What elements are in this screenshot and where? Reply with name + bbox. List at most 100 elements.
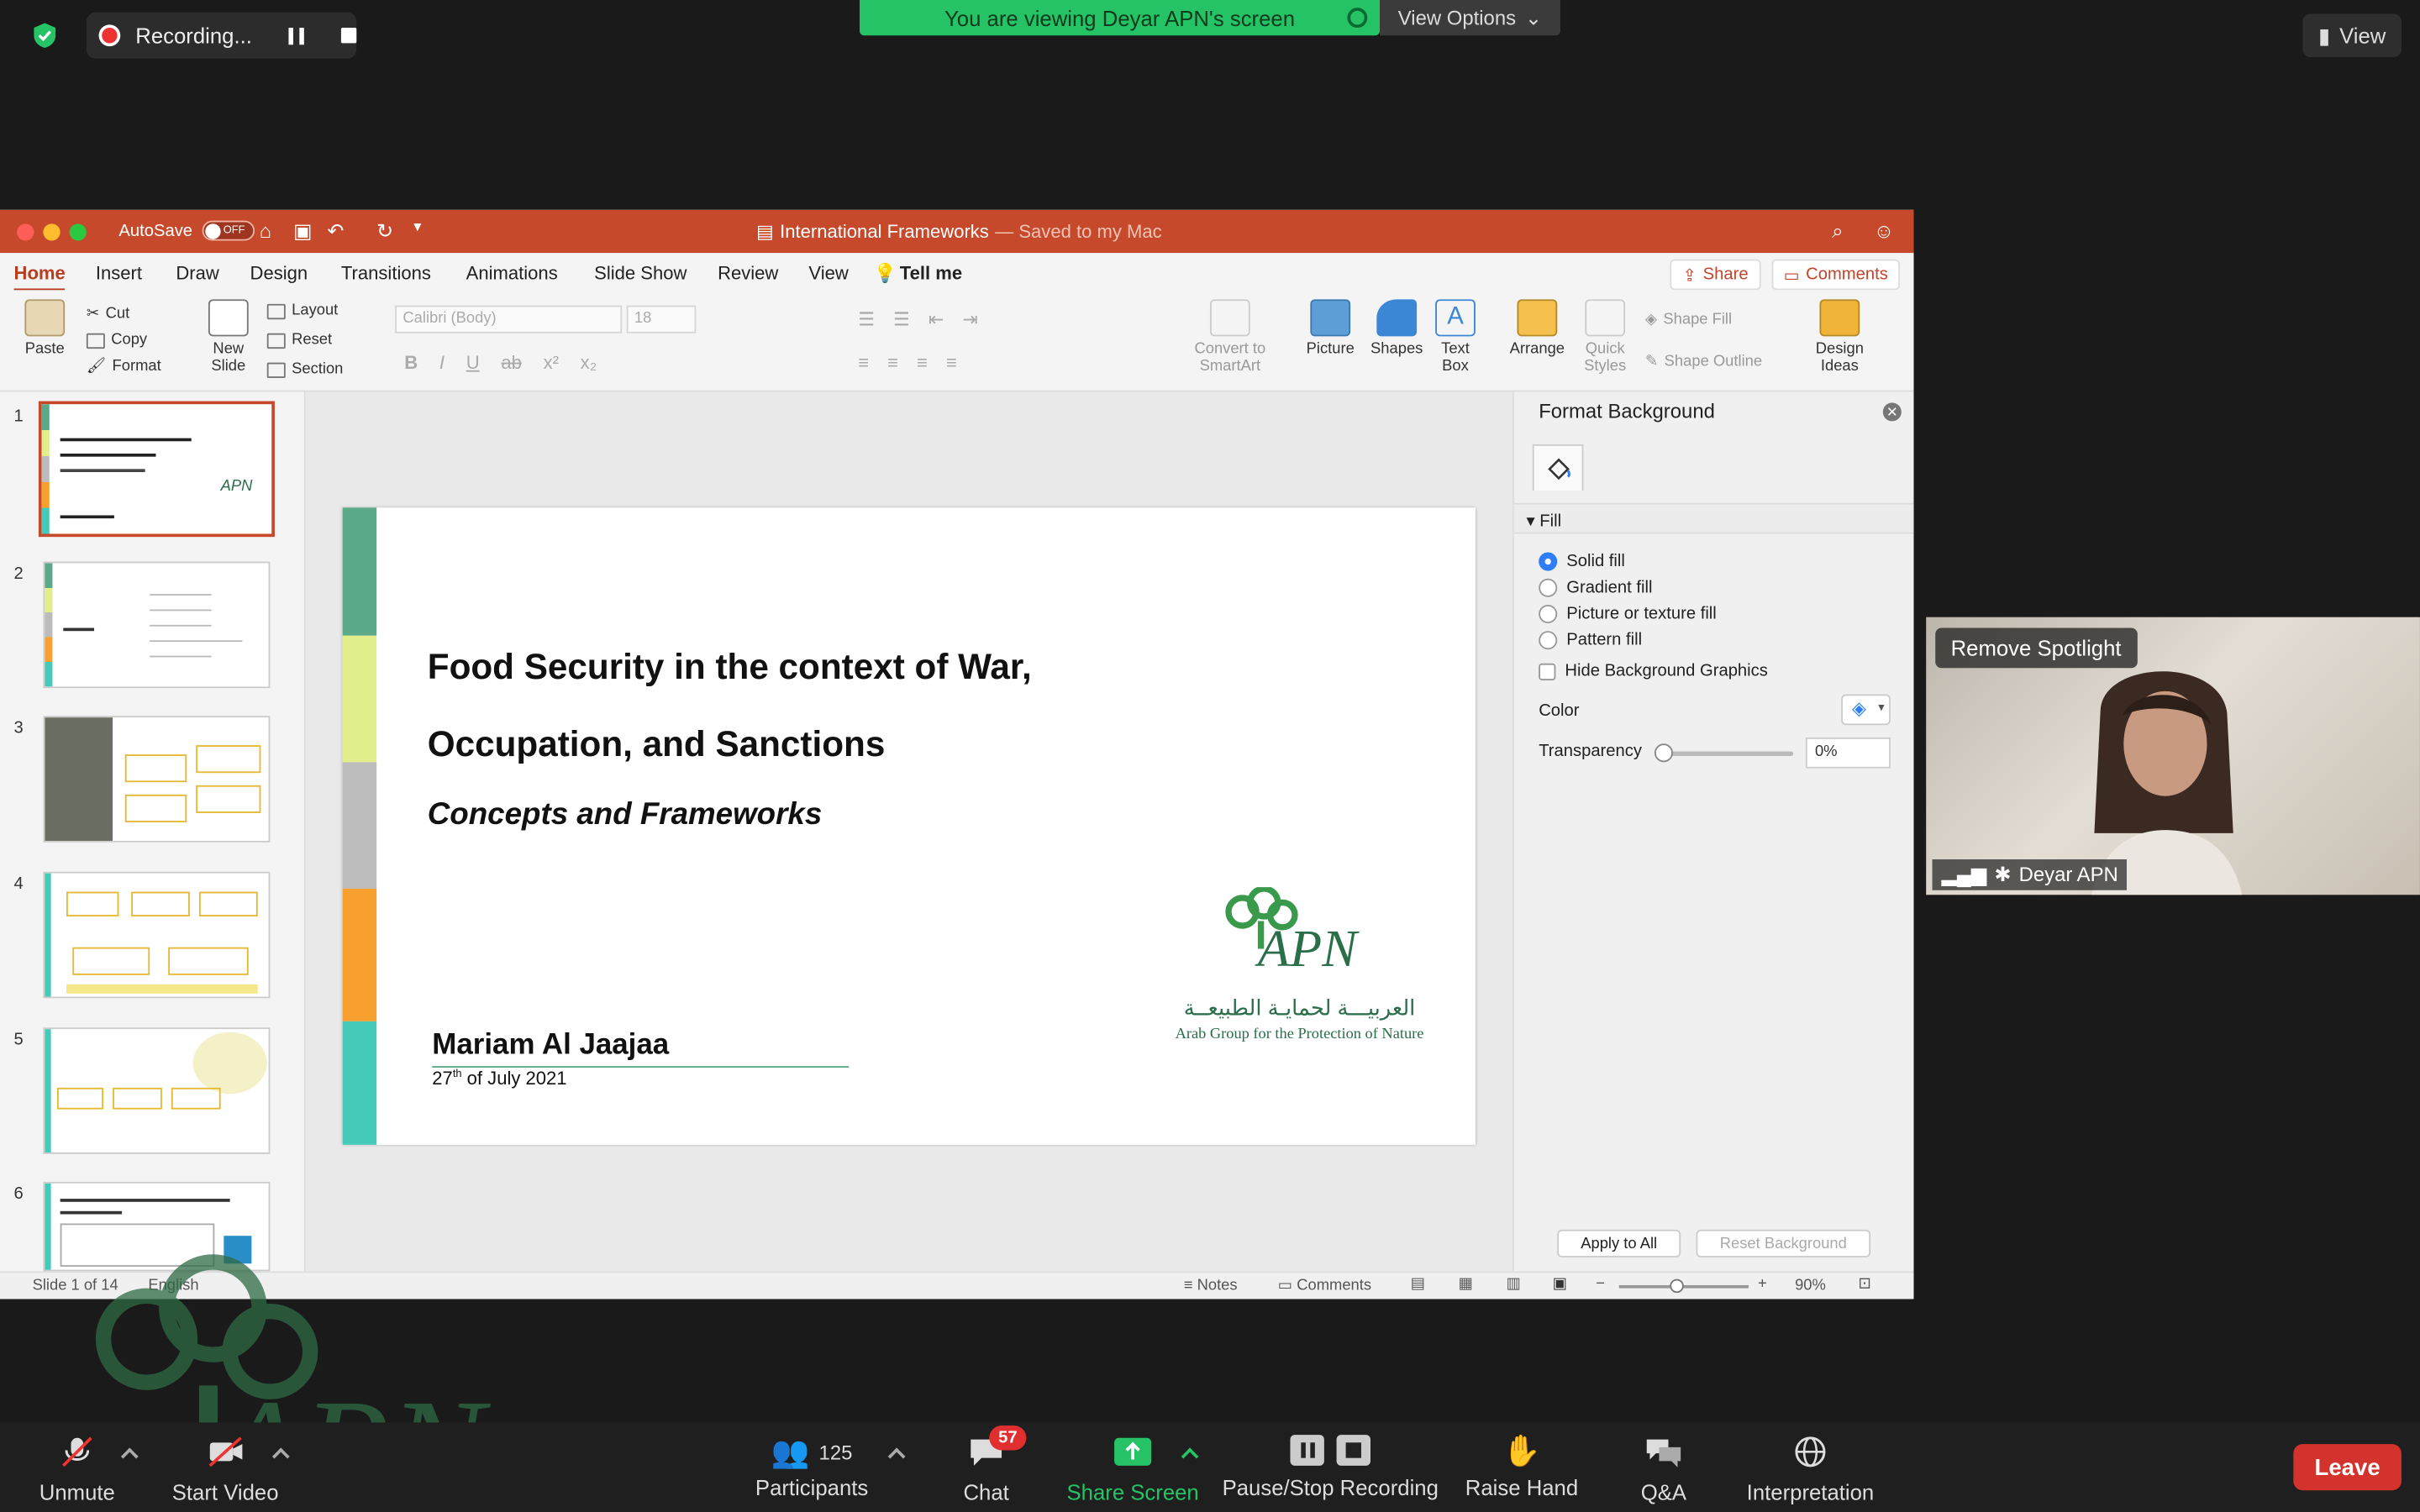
autosave-toggle[interactable]: AutoSave OFF <box>118 220 255 241</box>
picture-fill-option[interactable]: Picture or texture fill <box>1539 604 1717 624</box>
slideshow-view-icon[interactable]: ▣ <box>1553 1276 1567 1293</box>
copy-button[interactable]: Copy <box>86 332 147 349</box>
align-center-icon[interactable]: ≡ <box>887 352 898 374</box>
pattern-fill-radio[interactable] <box>1539 631 1558 650</box>
layout-button[interactable]: Layout <box>266 302 338 319</box>
tab-insert[interactable]: Insert <box>96 262 142 284</box>
pattern-fill-option[interactable]: Pattern fill <box>1539 631 1642 650</box>
picture-fill-radio[interactable] <box>1539 604 1558 624</box>
notes-button[interactable]: ≡ Notes <box>1184 1278 1238 1294</box>
cut-button[interactable]: ✂ Cut <box>87 306 129 323</box>
justify-icon[interactable]: ≡ <box>946 352 957 374</box>
tab-draw[interactable]: Draw <box>176 262 218 284</box>
minimize-window-button[interactable] <box>43 223 60 241</box>
transparency-input[interactable]: 0% <box>1805 737 1891 769</box>
increase-indent-icon[interactable]: ⇥ <box>962 308 977 330</box>
tab-transitions[interactable]: Transitions <box>341 262 431 284</box>
picture-button[interactable]: Picture <box>1301 299 1360 358</box>
slide-subtitle[interactable]: Concepts and Frameworks <box>428 798 823 833</box>
arrange-button[interactable]: Arrange <box>1507 299 1568 358</box>
current-slide[interactable]: Food Security in the context of War, Occ… <box>342 507 1476 1145</box>
undo-icon[interactable]: ↶ <box>327 219 344 244</box>
section-button[interactable]: Section <box>266 361 343 378</box>
participants-button[interactable]: 👥 125 Participants <box>750 1435 874 1499</box>
participant-video-tile[interactable]: Remove Spotlight ▂▄▆ ✱ Deyar APN <box>1926 617 2420 895</box>
slide-title-line-1[interactable]: Food Security in the context of War, <box>428 647 1032 689</box>
remove-spotlight-button[interactable]: Remove Spotlight <box>1935 627 2137 669</box>
maximize-window-button[interactable] <box>69 223 87 241</box>
new-slide-button[interactable]: New Slide <box>201 299 256 375</box>
status-comments-button[interactable]: ▭ Comments <box>1278 1278 1371 1294</box>
unmute-button[interactable]: Unmute <box>34 1435 120 1504</box>
shape-outline-button[interactable]: ✎ Shape Outline <box>1645 354 1762 370</box>
slide-sorter-icon[interactable]: ▦ <box>1459 1276 1473 1293</box>
gradient-fill-option[interactable]: Gradient fill <box>1539 578 1652 597</box>
strikethrough-icon[interactable]: ab <box>501 352 522 374</box>
fill-tab[interactable] <box>1532 444 1584 491</box>
tab-animations[interactable]: Animations <box>466 262 558 284</box>
superscript-icon[interactable]: x² <box>544 352 559 374</box>
reset-button[interactable]: Reset <box>266 332 332 349</box>
redo-icon[interactable]: ↻ <box>376 219 393 244</box>
zoom-out-icon[interactable]: − <box>1596 1276 1605 1293</box>
slide-thumbnails-panel[interactable]: 1 APN 2 3 4 5 6 <box>0 391 306 1272</box>
shapes-button[interactable]: Shapes <box>1367 299 1426 358</box>
close-pane-icon[interactable]: ✕ <box>1882 402 1902 422</box>
slide-author[interactable]: Mariam Al Jaajaa <box>432 1029 669 1063</box>
text-box-button[interactable]: A Text Box <box>1432 299 1478 375</box>
zoom-level[interactable]: 90% <box>1795 1278 1826 1294</box>
slide-thumbnail-4[interactable] <box>43 871 271 999</box>
pause-recording-icon[interactable] <box>288 27 305 45</box>
tab-slide-show[interactable]: Slide Show <box>594 262 687 284</box>
bold-icon[interactable]: B <box>404 352 418 374</box>
home-icon[interactable]: ⌂ <box>260 219 271 243</box>
transparency-slider-track[interactable] <box>1660 751 1794 756</box>
reset-background-button[interactable]: Reset Background <box>1696 1229 1871 1257</box>
format-painter-button[interactable]: 🖌 Format <box>87 358 161 375</box>
tab-home[interactable]: Home <box>13 262 66 292</box>
pause-stop-recording-button[interactable]: Pause/Stop Recording <box>1219 1435 1441 1499</box>
fill-section-header[interactable]: ▾ Fill <box>1513 502 1914 534</box>
decrease-indent-icon[interactable]: ⇤ <box>929 308 944 330</box>
search-icon[interactable]: ⌕ <box>1832 219 1843 244</box>
bullets-icon[interactable]: ☰ <box>858 308 875 330</box>
numbering-icon[interactable]: ☰ <box>893 308 910 330</box>
align-left-icon[interactable]: ≡ <box>858 352 869 374</box>
font-name-field[interactable]: Calibri (Body) <box>395 305 623 333</box>
convert-smartart-button[interactable]: Convert to SmartArt <box>1192 299 1269 375</box>
tab-review[interactable]: Review <box>718 262 778 284</box>
comments-button[interactable]: ▭ Comments <box>1771 259 1900 291</box>
color-picker-button[interactable]: ◈ ▾ <box>1841 694 1891 726</box>
zoom-slider-handle[interactable] <box>1670 1278 1684 1294</box>
slide-thumbnail-3[interactable] <box>43 716 271 843</box>
start-video-button[interactable]: Start Video <box>170 1435 281 1504</box>
account-icon[interactable]: ☺ <box>1874 219 1894 243</box>
zoom-in-icon[interactable]: + <box>1758 1276 1767 1293</box>
solid-fill-radio[interactable] <box>1539 552 1558 571</box>
align-right-icon[interactable]: ≡ <box>917 352 928 374</box>
slide-title-line-2[interactable]: Occupation, and Sanctions <box>428 723 886 765</box>
transparency-slider-handle[interactable] <box>1654 743 1673 763</box>
normal-view-icon[interactable]: ▤ <box>1411 1276 1425 1293</box>
paste-button[interactable]: Paste <box>15 299 74 358</box>
tab-view[interactable]: View <box>808 262 848 284</box>
save-icon[interactable]: ▣ <box>293 219 313 244</box>
view-options-button[interactable]: View Options ⌄ <box>1380 0 1560 36</box>
customize-toolbar-icon[interactable]: ▾ <box>413 219 421 236</box>
security-shield-icon[interactable] <box>31 22 59 50</box>
stop-recording-icon[interactable] <box>341 28 357 44</box>
slide-thumbnail-5[interactable] <box>43 1027 271 1154</box>
subscript-icon[interactable]: x₂ <box>581 352 597 374</box>
solid-fill-option[interactable]: Solid fill <box>1539 552 1625 571</box>
slide-date[interactable]: 27th of July 2021 <box>432 1068 566 1089</box>
tell-me-search[interactable]: Tell me <box>900 262 962 284</box>
share-screen-button[interactable]: Share Screen <box>1065 1435 1201 1504</box>
interpretation-button[interactable]: Interpretation <box>1738 1435 1883 1504</box>
design-ideas-button[interactable]: Design Ideas <box>1809 299 1870 375</box>
italic-icon[interactable]: I <box>439 352 445 374</box>
close-window-button[interactable] <box>17 223 34 241</box>
autosave-switch[interactable]: OFF <box>202 220 255 241</box>
leave-meeting-button[interactable]: Leave <box>2293 1444 2402 1491</box>
quick-styles-button[interactable]: Quick Styles <box>1574 299 1635 375</box>
font-size-field[interactable]: 18 <box>626 305 697 333</box>
